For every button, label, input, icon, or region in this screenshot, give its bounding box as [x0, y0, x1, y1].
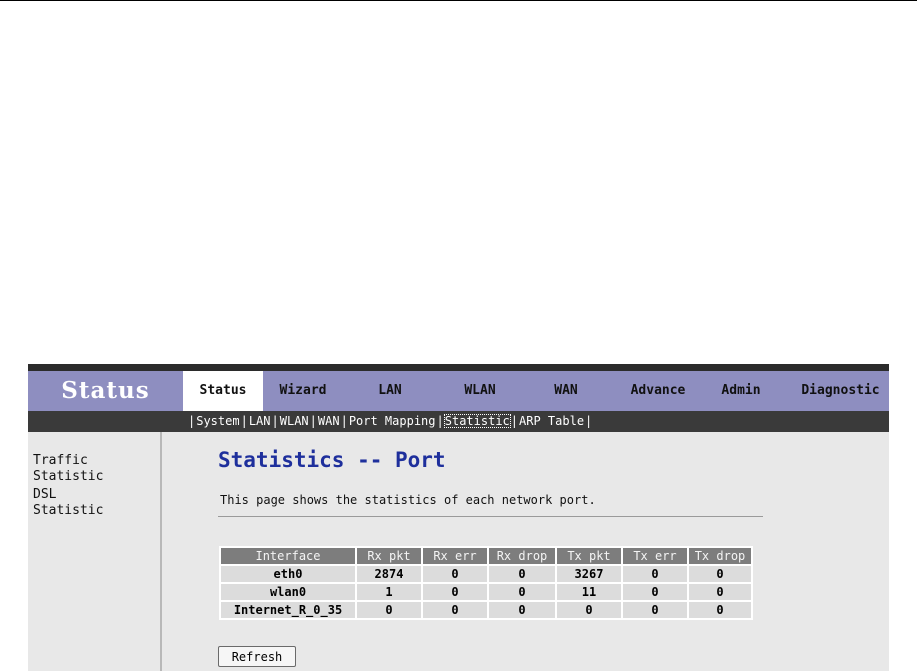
table-cell: 0 [423, 602, 487, 618]
top-rule [0, 0, 917, 1]
sub-nav-separator: | [271, 414, 279, 428]
subtab-statistic[interactable]: Statistic [443, 414, 511, 428]
top-strip [28, 364, 889, 371]
tab-status[interactable]: Status [183, 371, 263, 411]
page-title: Statistics -- Port [218, 448, 446, 472]
tab-admin[interactable]: Admin [706, 371, 776, 411]
table-cell: 2874 [357, 566, 421, 582]
column-header: Tx pkt [557, 548, 621, 564]
brand-title: Status [61, 377, 150, 404]
sub-nav-items: |System|LAN|WLAN|WAN|Port Mapping|Statis… [188, 411, 592, 432]
router-admin-window: Status Status Wizard LAN WLAN WAN Advanc… [28, 364, 889, 671]
column-header: Rx drop [489, 548, 555, 564]
table-cell: Internet_R_0_35 [221, 602, 355, 618]
page-description: This page shows the statistics of each n… [220, 493, 596, 507]
table-cell: 0 [623, 566, 687, 582]
column-header: Tx drop [689, 548, 751, 564]
subtab-arp-table[interactable]: ARP Table [518, 414, 585, 428]
tab-wan[interactable]: WAN [523, 371, 609, 411]
refresh-button[interactable]: Refresh [218, 646, 296, 667]
table-cell: 0 [489, 566, 555, 582]
tab-wizard[interactable]: Wizard [263, 371, 343, 411]
column-header: Tx err [623, 548, 687, 564]
divider [218, 516, 763, 517]
table-cell: 0 [423, 584, 487, 600]
table-cell: 0 [423, 566, 487, 582]
table-cell: 0 [689, 566, 751, 582]
sub-navigation: |System|LAN|WLAN|WAN|Port Mapping|Statis… [28, 411, 889, 432]
table-cell: eth0 [221, 566, 355, 582]
sidebar: Traffic Statistic DSL Statistic [28, 432, 162, 671]
sub-nav-separator: | [309, 414, 317, 428]
subtab-system[interactable]: System [195, 414, 240, 428]
sidebar-item-traffic-statistic[interactable]: Traffic Statistic [28, 453, 126, 485]
subtab-lan[interactable]: LAN [248, 414, 272, 428]
sub-nav-separator: | [510, 414, 519, 428]
sidebar-item-dsl-statistic[interactable]: DSL Statistic [28, 487, 126, 519]
table-row: wlan0 1 0 0 11 0 0 [221, 584, 751, 600]
sub-nav-separator: | [436, 414, 444, 428]
table-cell: 11 [557, 584, 621, 600]
tab-wlan[interactable]: WLAN [437, 371, 523, 411]
table-header-row: Interface Rx pkt Rx err Rx drop Tx pkt T… [221, 548, 751, 564]
column-header: Rx err [423, 548, 487, 564]
table-cell: 0 [689, 602, 751, 618]
table-cell: 0 [623, 602, 687, 618]
table-cell: 0 [489, 602, 555, 618]
table-cell: 0 [357, 602, 421, 618]
main-content: Statistics -- Port This page shows the s… [162, 432, 889, 671]
table-cell: wlan0 [221, 584, 355, 600]
sidebar-links: Traffic Statistic DSL Statistic [28, 432, 126, 519]
table-cell: 1 [357, 584, 421, 600]
table-cell: 0 [623, 584, 687, 600]
port-statistics-table: Interface Rx pkt Rx err Rx drop Tx pkt T… [219, 546, 753, 620]
subtab-port-mapping[interactable]: Port Mapping [348, 414, 437, 428]
subtab-wan[interactable]: WAN [317, 414, 341, 428]
table-row: eth0 2874 0 0 3267 0 0 [221, 566, 751, 582]
table-row: Internet_R_0_35 0 0 0 0 0 0 [221, 602, 751, 618]
column-header: Rx pkt [357, 548, 421, 564]
tab-lan[interactable]: LAN [343, 371, 437, 411]
sub-nav-separator: | [240, 414, 248, 428]
table-cell: 0 [489, 584, 555, 600]
table-cell: 3267 [557, 566, 621, 582]
tab-diagnostic[interactable]: Diagnostic [792, 371, 889, 411]
subtab-wlan[interactable]: WLAN [279, 414, 310, 428]
column-header: Interface [221, 548, 355, 564]
sub-nav-separator: | [340, 414, 348, 428]
table-cell: 0 [689, 584, 751, 600]
sub-nav-separator: | [585, 414, 593, 428]
tab-advance[interactable]: Advance [618, 371, 698, 411]
main-header: Status Status Wizard LAN WLAN WAN Advanc… [28, 371, 889, 411]
table-cell: 0 [557, 602, 621, 618]
